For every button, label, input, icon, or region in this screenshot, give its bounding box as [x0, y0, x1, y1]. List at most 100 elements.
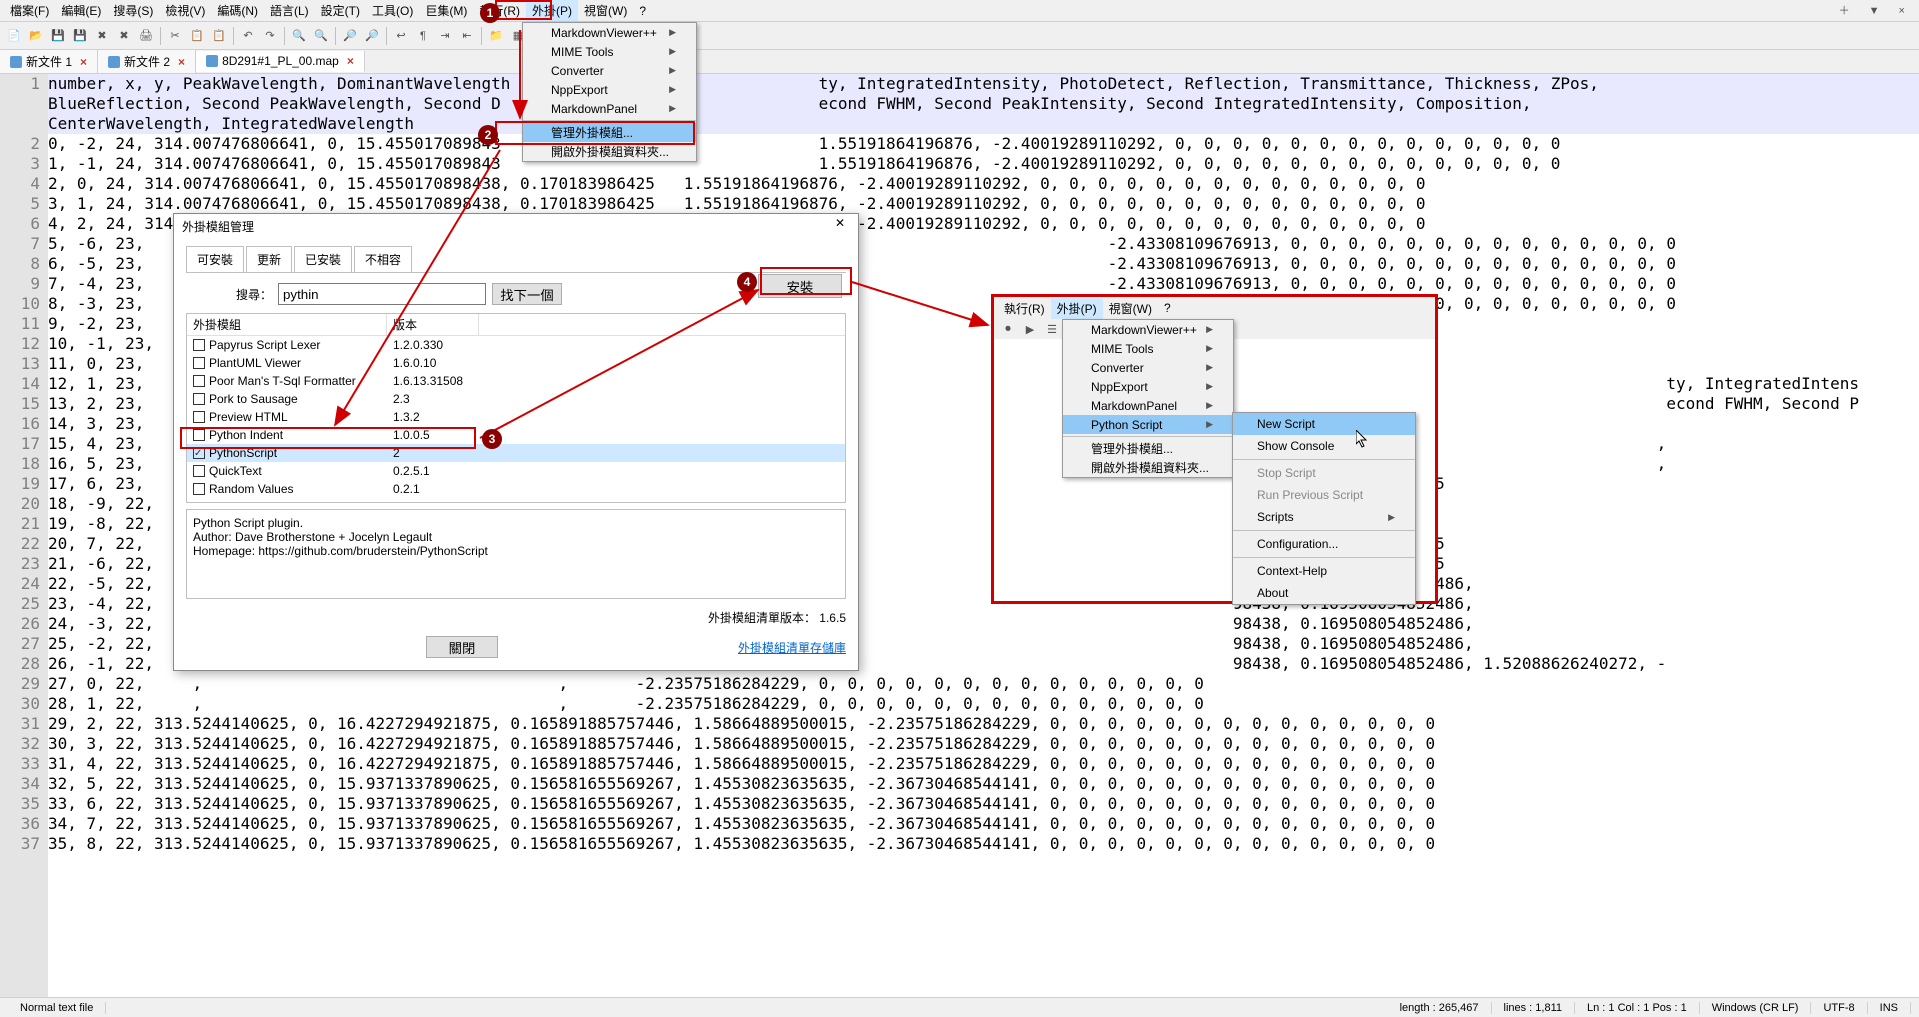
close-icon[interactable]: ✖ [92, 26, 112, 46]
tab-close-icon[interactable]: × [80, 55, 87, 69]
menu-search[interactable]: 搜尋(S) [107, 0, 159, 21]
wrap-icon[interactable]: ↩ [391, 26, 411, 46]
undo-icon[interactable]: ↶ [238, 26, 258, 46]
menu-help[interactable]: ? [633, 2, 652, 20]
submenu-scripts[interactable]: Scripts▶ [1233, 506, 1415, 528]
zoom-in-icon[interactable]: 🔎 [340, 26, 360, 46]
ov2-plugin-manage[interactable]: 管理外掛模組... [1063, 439, 1233, 458]
menu-tools[interactable]: 工具(O) [366, 0, 419, 21]
copy-icon[interactable]: 📋 [187, 26, 207, 46]
ov2-plugin-pythonscript[interactable]: Python Script▶ [1063, 415, 1233, 434]
plugin-checkbox[interactable] [193, 483, 205, 495]
tab-close-icon[interactable]: × [178, 55, 185, 69]
plugin-checkbox[interactable] [193, 465, 205, 477]
folder-icon[interactable]: 📁 [486, 26, 506, 46]
menu-plugins[interactable]: 外掛(P) [526, 0, 578, 21]
plugin-checkbox[interactable] [193, 357, 205, 369]
search-input[interactable] [278, 283, 486, 305]
tab-new-1[interactable]: 新文件 1× [0, 50, 98, 73]
paste-icon[interactable]: 📋 [209, 26, 229, 46]
tab-map-file[interactable]: 8D291#1_PL_00.map× [196, 51, 365, 72]
tab-close-icon[interactable]: × [347, 54, 354, 68]
plugin-checkbox[interactable] [193, 429, 205, 441]
plugin-list-repo-link[interactable]: 外掛模組清單存儲庫 [738, 639, 846, 656]
plugin-row[interactable]: Random Values0.2.1 [187, 480, 845, 498]
play-icon[interactable]: ▶ [1020, 319, 1040, 339]
outdent-icon[interactable]: ⇤ [457, 26, 477, 46]
plugin-row[interactable]: Preview HTML1.3.2 [187, 408, 845, 426]
plugin-row[interactable]: QuickText0.2.5.1 [187, 462, 845, 480]
close-button[interactable]: 關閉 [426, 636, 498, 658]
col-plugin-name[interactable]: 外掛模組 [187, 314, 387, 335]
menu-encoding[interactable]: 編碼(N) [211, 0, 264, 21]
plugin-row[interactable]: Python Indent1.0.0.5 [187, 426, 845, 444]
plugin-open-folder[interactable]: 開啟外掛模組資料夾... [523, 142, 696, 161]
menu-macro[interactable]: 巨集(M) [419, 0, 473, 21]
plugin-mimetools[interactable]: MIME Tools▶ [523, 42, 696, 61]
new-file-icon[interactable]: 📄 [4, 26, 24, 46]
menu-window[interactable]: 視窗(W) [578, 0, 633, 21]
zoom-out-icon[interactable]: 🔎 [362, 26, 382, 46]
plugin-manage[interactable]: 管理外掛模組... [523, 123, 696, 142]
plugin-converter[interactable]: Converter▶ [523, 61, 696, 80]
open-file-icon[interactable]: 📂 [26, 26, 46, 46]
submenu-show-console[interactable]: Show Console [1233, 435, 1415, 457]
plugin-checkbox[interactable] [193, 375, 205, 387]
plugin-row[interactable]: Pork to Sausage2.3 [187, 390, 845, 408]
submenu-context-help[interactable]: Context-Help [1233, 560, 1415, 582]
tab-updates[interactable]: 更新 [246, 246, 292, 272]
dialog-tabs: 可安裝 更新 已安裝 不相容 [186, 246, 846, 273]
ov2-menu-help[interactable]: ? [1158, 299, 1177, 317]
close-all-icon[interactable]: ✖ [114, 26, 134, 46]
plugin-checkbox[interactable] [193, 447, 205, 459]
ov2-plugin-nppexport[interactable]: NppExport▶ [1063, 377, 1233, 396]
submenu-new-script[interactable]: New Script [1233, 413, 1415, 435]
ov2-menu-window[interactable]: 視窗(W) [1103, 298, 1158, 319]
tab-installable[interactable]: 可安裝 [186, 246, 244, 272]
plugin-row[interactable]: PythonScript2 [187, 444, 845, 462]
plugin-checkbox[interactable] [193, 339, 205, 351]
indent-icon[interactable]: ☰ [1042, 319, 1062, 339]
plugin-checkbox[interactable] [193, 411, 205, 423]
plugin-markdownpanel[interactable]: MarkdownPanel▶ [523, 99, 696, 118]
ov2-plugin-markdownviewer[interactable]: MarkdownViewer++▶ [1063, 320, 1233, 339]
ov2-plugin-markdownpanel[interactable]: MarkdownPanel▶ [1063, 396, 1233, 415]
menu-settings[interactable]: 設定(T) [315, 0, 366, 21]
tab-incompatible[interactable]: 不相容 [354, 246, 412, 272]
find-icon[interactable]: 🔍 [289, 26, 309, 46]
plugin-row[interactable]: PlantUML Viewer1.6.0.10 [187, 354, 845, 372]
plugin-row[interactable]: Poor Man's T-Sql Formatter1.6.13.31508 [187, 372, 845, 390]
cut-icon[interactable]: ✂ [165, 26, 185, 46]
replace-icon[interactable]: 🔍 [311, 26, 331, 46]
plugin-markdownviewer[interactable]: MarkdownViewer++▶ [523, 23, 696, 42]
ov2-plugin-converter[interactable]: Converter▶ [1063, 358, 1233, 377]
install-button[interactable]: 安裝 [758, 274, 842, 298]
find-next-button[interactable]: 找下一個 [492, 283, 562, 305]
record-icon[interactable]: ⏺ [998, 319, 1018, 339]
menu-edit[interactable]: 編輯(E) [55, 0, 107, 21]
submenu-configuration[interactable]: Configuration... [1233, 533, 1415, 555]
menu-file[interactable]: 檔案(F) [4, 0, 55, 21]
indent-icon[interactable]: ⇥ [435, 26, 455, 46]
plugin-nppexport[interactable]: NppExport▶ [523, 80, 696, 99]
save-icon[interactable]: 💾 [48, 26, 68, 46]
ov2-plugin-mimetools[interactable]: MIME Tools▶ [1063, 339, 1233, 358]
tab-installed[interactable]: 已安裝 [294, 246, 352, 272]
window-controls[interactable]: ＋ ▼ × [1839, 2, 1913, 18]
print-icon[interactable]: 🖨 [136, 26, 156, 46]
ov2-menu-run[interactable]: 執行(R) [998, 298, 1051, 319]
ov2-menu-plugins[interactable]: 外掛(P) [1051, 298, 1103, 319]
redo-icon[interactable]: ↷ [260, 26, 280, 46]
menu-language[interactable]: 語言(L) [264, 0, 315, 21]
dialog-close-button[interactable]: ✕ [830, 216, 850, 236]
show-all-icon[interactable]: ¶ [413, 26, 433, 46]
plugin-row[interactable]: Papyrus Script Lexer1.2.0.330 [187, 336, 845, 354]
menu-view[interactable]: 檢視(V) [159, 0, 211, 21]
tab-new-2[interactable]: 新文件 2× [98, 50, 196, 73]
col-version[interactable]: 版本 [387, 314, 479, 335]
plugin-checkbox[interactable] [193, 393, 205, 405]
submenu-stop-script: Stop Script [1233, 462, 1415, 484]
ov2-plugin-open-folder[interactable]: 開啟外掛模組資料夾... [1063, 458, 1233, 477]
save-all-icon[interactable]: 💾 [70, 26, 90, 46]
submenu-about[interactable]: About [1233, 582, 1415, 604]
